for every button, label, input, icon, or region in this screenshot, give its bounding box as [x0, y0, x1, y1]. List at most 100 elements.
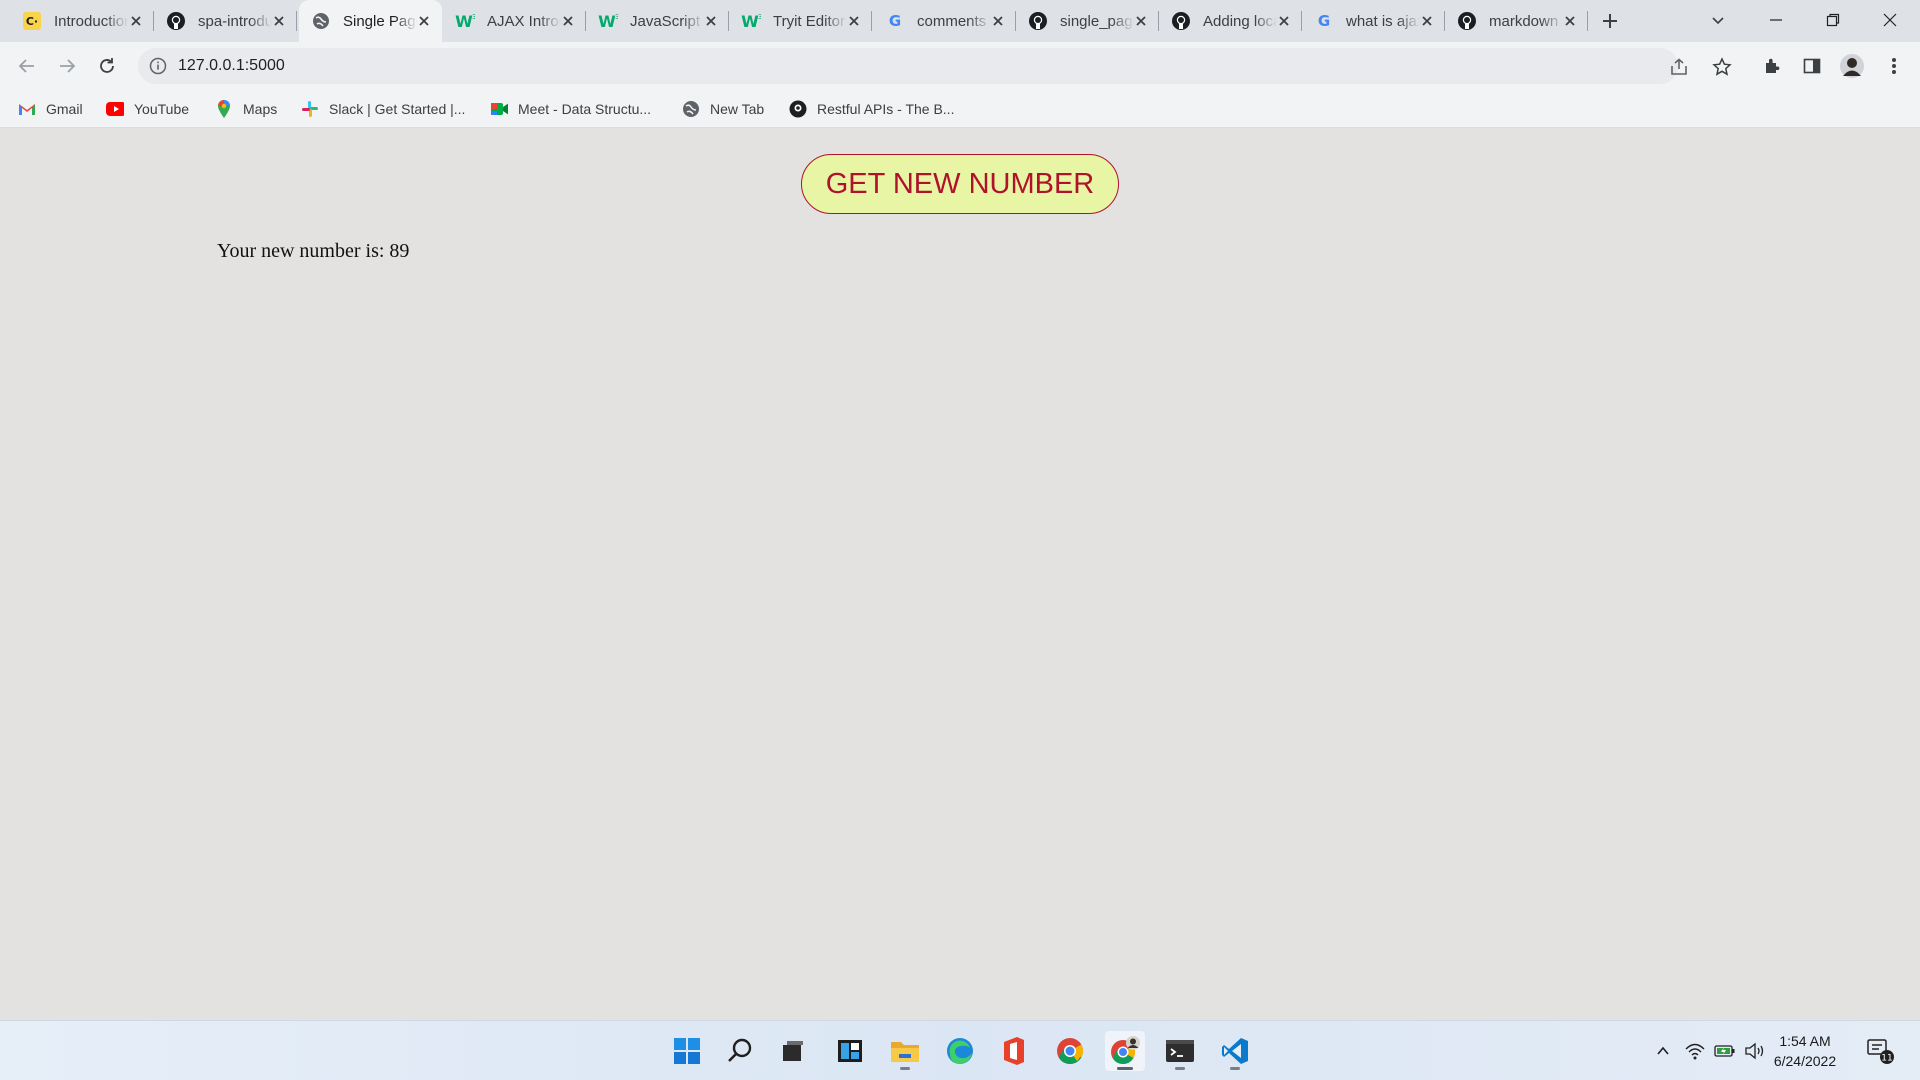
info-icon[interactable]: [148, 56, 168, 76]
tab-separator: [871, 11, 872, 31]
tab-title: spa-introduction: [198, 12, 272, 30]
tab-what-is-ajax[interactable]: G what is ajax: [1302, 0, 1445, 42]
close-icon[interactable]: [1274, 11, 1294, 31]
tab-title: markdown: [1489, 12, 1559, 30]
tab-search-button[interactable]: [1690, 0, 1746, 40]
minimize-icon: [1770, 19, 1782, 21]
search-icon[interactable]: [720, 1031, 760, 1071]
tab-title: JavaScript Fetch: [630, 12, 704, 30]
bookmarks-bar: Gmail YouTube Maps Slack | Get Started |…: [0, 90, 1920, 128]
back-button[interactable]: [11, 50, 43, 82]
windows-start-icon[interactable]: [667, 1031, 707, 1071]
tab-comments-search[interactable]: G comments in: [873, 0, 1016, 42]
side-panel-icon[interactable]: [1798, 52, 1826, 80]
close-icon[interactable]: [844, 11, 864, 31]
wifi-icon[interactable]: [1683, 1039, 1707, 1063]
close-icon[interactable]: [988, 11, 1008, 31]
bookmark-slack[interactable]: Slack | Get Started |...: [301, 98, 465, 120]
star-icon[interactable]: [1708, 53, 1736, 81]
url-text[interactable]: 127.0.0.1:5000: [178, 57, 285, 75]
svg-text:G: G: [1318, 12, 1330, 30]
terminal-icon[interactable]: [1160, 1031, 1200, 1071]
svg-text:W: W: [598, 12, 616, 31]
bookmark-gmail[interactable]: Gmail: [18, 98, 83, 120]
tab-separator: [1587, 11, 1588, 31]
battery-icon[interactable]: [1713, 1039, 1737, 1063]
codecademy-icon: C·: [22, 11, 42, 31]
close-icon[interactable]: [558, 11, 578, 31]
close-icon[interactable]: [126, 11, 146, 31]
github-icon: [1457, 11, 1477, 31]
share-icon[interactable]: [1668, 56, 1690, 78]
tab-adding-localhost[interactable]: Adding localhost: [1159, 0, 1302, 42]
w3schools-icon: W3: [741, 11, 761, 31]
close-icon[interactable]: [1131, 11, 1151, 31]
bookmark-label: Meet - Data Structu...: [518, 101, 652, 117]
system-clock[interactable]: 1:54 AM 6/24/2022: [1764, 1031, 1846, 1071]
github-icon: [1028, 11, 1048, 31]
chevron-down-icon: [1712, 17, 1724, 25]
minimize-button[interactable]: [1748, 0, 1804, 40]
google-icon: G: [885, 11, 905, 31]
github-icon: [166, 11, 186, 31]
arrow-right-icon: [60, 59, 76, 73]
chrome-profile-icon[interactable]: [1105, 1031, 1145, 1071]
bookmark-label: New Tab: [710, 101, 765, 117]
menu-icon[interactable]: [1880, 52, 1908, 80]
bookmark-youtube[interactable]: YouTube: [106, 98, 189, 120]
notification-center-icon[interactable]: 11: [1866, 1039, 1896, 1064]
get-new-number-button[interactable]: GET NEW NUMBER: [801, 154, 1119, 214]
bookmark-restful-apis[interactable]: Restful APIs - The B...: [789, 98, 954, 120]
page-content: GET NEW NUMBER Your new number is: 89: [0, 128, 1920, 1020]
close-icon[interactable]: [701, 11, 721, 31]
profile-avatar[interactable]: [1838, 52, 1866, 80]
tab-title: what is ajax: [1346, 12, 1420, 30]
meet-icon: [490, 100, 508, 118]
tab-introduction[interactable]: C· Introduction to SPA: [10, 0, 154, 42]
google-icon: G: [1314, 11, 1334, 31]
svg-text:3: 3: [472, 13, 475, 21]
tab-single-page-app-repo[interactable]: single_page_app: [1016, 0, 1159, 42]
close-icon[interactable]: [269, 11, 289, 31]
address-bar[interactable]: 127.0.0.1:5000: [138, 48, 1687, 84]
tab-title: AJAX Introduction: [487, 12, 561, 30]
tab-tryit-editor[interactable]: W3 Tryit Editor: [729, 0, 872, 42]
tab-ajax-introduction[interactable]: W3 AJAX Introduction: [443, 0, 586, 42]
bookmark-meet[interactable]: Meet - Data Structu...: [490, 98, 651, 120]
tab-spa-introduction[interactable]: spa-introduction: [154, 0, 297, 42]
widgets-icon[interactable]: [830, 1031, 870, 1071]
running-indicator: [1117, 1067, 1133, 1070]
w3schools-icon: W3: [455, 11, 475, 31]
svg-text:W: W: [741, 12, 759, 31]
file-explorer-icon[interactable]: [885, 1031, 925, 1071]
close-icon[interactable]: [414, 11, 434, 31]
tab-title: comments in: [917, 12, 991, 30]
task-view-icon[interactable]: [773, 1031, 813, 1071]
chevron-up-icon[interactable]: [1651, 1039, 1675, 1063]
tab-javascript-fetch[interactable]: W3 JavaScript Fetch: [586, 0, 729, 42]
close-icon[interactable]: [1560, 11, 1580, 31]
tab-markdown[interactable]: markdown: [1445, 0, 1588, 42]
running-indicator: [900, 1067, 910, 1070]
arrow-left-icon: [18, 59, 34, 73]
tab-strip: C· Introduction to SPA spa-introduction …: [0, 0, 1920, 42]
close-icon[interactable]: [1417, 11, 1437, 31]
svg-text:3: 3: [758, 13, 761, 21]
bookmark-label: Restful APIs - The B...: [817, 101, 955, 117]
close-window-button[interactable]: [1862, 0, 1918, 40]
restore-button[interactable]: [1805, 0, 1861, 40]
bookmark-new-tab[interactable]: New Tab: [682, 98, 764, 120]
running-indicator: [1175, 1067, 1185, 1070]
reload-button[interactable]: [91, 50, 123, 82]
tab-single-page-app[interactable]: Single Page App: [299, 0, 442, 42]
vscode-icon[interactable]: [1215, 1031, 1255, 1071]
chrome-icon[interactable]: [1050, 1031, 1090, 1071]
office-icon[interactable]: [994, 1031, 1034, 1071]
forward-button[interactable]: [51, 50, 83, 82]
edge-icon[interactable]: [940, 1031, 980, 1071]
extensions-icon[interactable]: [1758, 52, 1786, 80]
slack-icon: [301, 100, 319, 118]
new-tab-button[interactable]: [1596, 9, 1624, 33]
result-text: Your new number is: 89: [217, 240, 410, 262]
bookmark-maps[interactable]: Maps: [215, 98, 277, 120]
